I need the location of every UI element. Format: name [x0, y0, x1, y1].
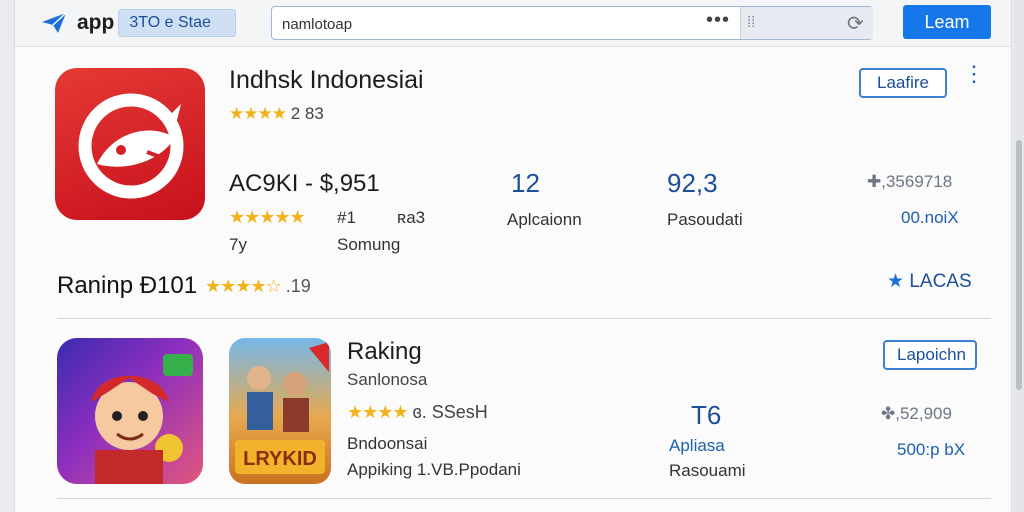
app2-stat-value: T6	[691, 400, 722, 430]
star-rating-icon: ★★★★	[229, 104, 287, 123]
app2-rating: ★★★★ ɞ. SSesH	[347, 402, 488, 423]
app2-subtitle: Sanlonosa	[347, 370, 428, 389]
stat-value: 92,3	[667, 168, 718, 198]
featured-rating: ★★★★ 2 83	[229, 104, 324, 124]
grip-icon: ⁞⁞	[747, 14, 756, 31]
game-logo-text: LRYKID	[243, 448, 317, 470]
search-input[interactable]	[280, 13, 704, 35]
app2-meta: Bndoonsai	[347, 434, 428, 453]
featured-app-icon[interactable]	[55, 68, 205, 220]
logo-badge: 3TO e Stae	[118, 9, 236, 37]
login-button[interactable]: Leam	[903, 5, 991, 39]
featured-action-button[interactable]: Laafire	[859, 68, 947, 98]
game-app-icon-2[interactable]: LRYKID	[229, 338, 331, 484]
app2-stat-label-2: Rasouami	[669, 461, 746, 480]
app2-title[interactable]: Raking	[347, 338, 422, 366]
app-store-window: app 3TO e Stae ••• ⁞⁞ ⟳ Leam Indhsk Indo…	[14, 0, 1012, 512]
scrollbar[interactable]	[1014, 0, 1024, 512]
app2-side-link[interactable]: 500:p bX	[897, 440, 965, 460]
game-characters-icon: LRYKID	[235, 342, 329, 474]
logo-text: app	[77, 11, 115, 34]
star-rating-icon: ★★★★	[347, 402, 409, 422]
more-options-icon[interactable]: ⋮	[963, 63, 985, 85]
section-title: Raninp Ð101	[57, 272, 198, 299]
featured-side-value: ✚,3569718	[867, 172, 953, 191]
app2-side-value: ✤,52,909	[881, 404, 952, 423]
fish-logo-icon	[78, 93, 184, 199]
featured-meta: ʀa3	[397, 208, 426, 227]
featured-app-title[interactable]: Indhsk Indonesiai	[229, 66, 424, 95]
scrollbar-thumb[interactable]	[1016, 140, 1022, 390]
store-logo[interactable]: app 3TO e Stae	[41, 6, 236, 40]
app2-rating-text: ɞ. SSesH	[412, 402, 488, 422]
app2-stat-label: Apliasa	[669, 436, 725, 455]
refresh-icon[interactable]: ⟳	[847, 11, 864, 36]
section-rating-count: .19	[285, 276, 311, 296]
rating-count: 2 83	[290, 104, 324, 123]
top-bar: app 3TO e Stae ••• ⁞⁞ ⟳ Leam	[15, 0, 1011, 47]
featured-side-link[interactable]: 00.noiX	[901, 208, 959, 228]
featured-price: AC9KI - $,951	[229, 170, 380, 197]
stat-value: 12	[511, 168, 540, 198]
cartoon-character-icon	[91, 354, 193, 484]
section-link[interactable]: ★ LACAS	[887, 270, 972, 293]
featured-age: 7y	[229, 235, 247, 254]
more-dots-icon[interactable]: •••	[706, 9, 730, 32]
star-rating-icon: ★★★★☆	[205, 276, 282, 296]
featured-stars-row: ★★★★★	[229, 207, 306, 228]
featured-rank: #1	[337, 208, 356, 227]
paper-plane-icon	[42, 12, 67, 33]
app2-meta-2: Appiking 1.VB.Ppodani	[347, 460, 521, 479]
star-icon: ★	[887, 271, 905, 292]
section-rating: ★★★★☆ .19	[205, 276, 311, 297]
star-rating-icon: ★★★★★	[229, 207, 306, 227]
stat-label: Aplcaionn	[507, 210, 582, 229]
search-addon: ⁞⁞ ⟳	[740, 7, 873, 39]
divider	[57, 498, 991, 499]
stat-label: Pasoudati	[667, 210, 743, 229]
app2-action-button[interactable]: Lapoichn	[883, 340, 977, 370]
game-app-icon[interactable]	[57, 338, 203, 484]
featured-developer[interactable]: Somung	[337, 235, 400, 255]
divider	[57, 318, 991, 319]
search-bar[interactable]: ••• ⁞⁞ ⟳	[271, 6, 873, 40]
